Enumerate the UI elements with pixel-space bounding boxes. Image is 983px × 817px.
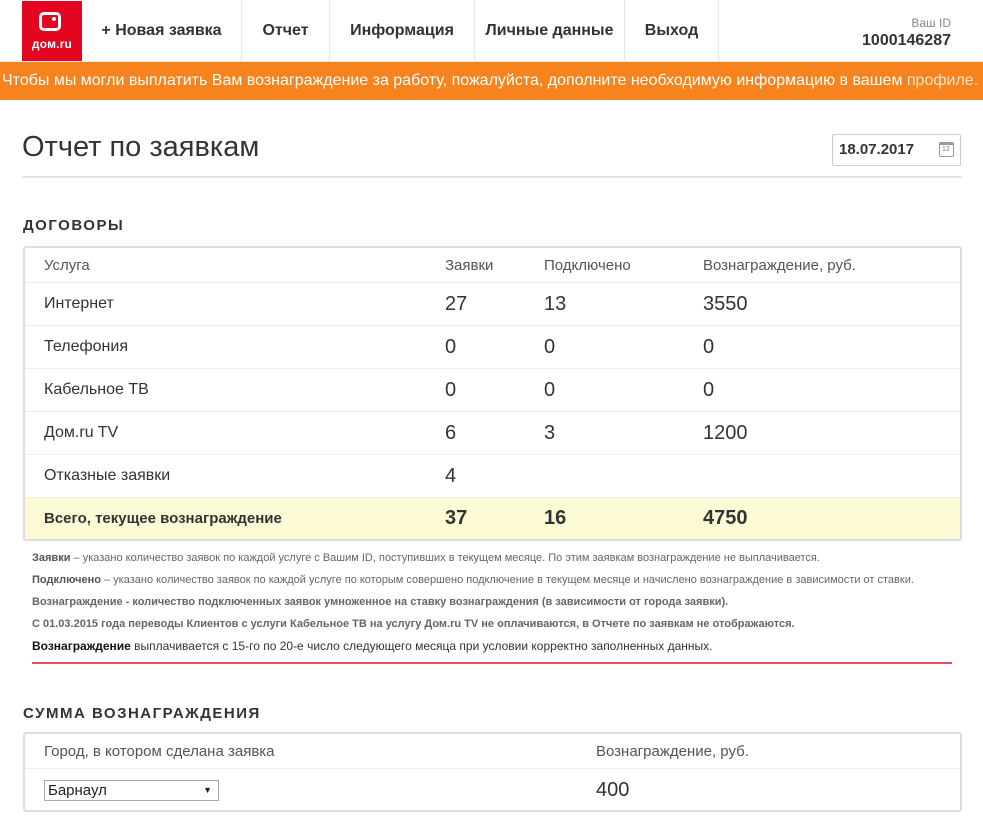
table-row: Телефония 0 0 0 — [25, 325, 960, 368]
dom-ru-logo[interactable]: дом.ru — [22, 1, 82, 61]
user-id-value: 1000146287 — [862, 32, 951, 49]
note-reward-formula: Вознаграждение - количество подключенных… — [32, 596, 729, 608]
contracts-heading: ДОГОВОРЫ — [23, 217, 125, 234]
table-row: Дом.ru TV 6 3 1200 — [25, 411, 960, 454]
date-picker[interactable]: 18.07.2017 — [832, 134, 961, 166]
col-city: Город, в котором сделана заявка — [44, 743, 275, 760]
note-requests: Заявки – указано количество заявок по ка… — [32, 552, 820, 564]
page-title: Отчет по заявкам — [22, 131, 260, 163]
nav-information[interactable]: Информация — [330, 0, 475, 62]
user-id-block: Ваш ID 1000146287 — [862, 16, 951, 50]
requests-count: 0 — [445, 378, 457, 401]
banner-text: Чтобы мы могли выплатить Вам вознагражде… — [2, 72, 907, 89]
logo-text: дом.ru — [31, 37, 73, 51]
logo-house-icon — [39, 12, 61, 31]
total-connected: 16 — [544, 507, 567, 529]
col-reward: Вознаграждение, руб. — [703, 256, 856, 274]
notes-divider — [32, 662, 952, 664]
city-selected-value: Барнаул — [48, 782, 107, 799]
nav-new-request[interactable]: + Новая заявка — [82, 0, 242, 62]
total-reward: 4750 — [703, 507, 748, 529]
connected-count: 0 — [544, 335, 556, 358]
connected-count: 13 — [544, 292, 567, 315]
table-row: Интернет 27 13 3550 — [25, 282, 960, 325]
table-row: Отказные заявки 4 — [25, 454, 960, 497]
title-divider — [22, 176, 962, 178]
dropdown-arrow-icon: ▼ — [203, 785, 212, 795]
reward-amount: 3550 — [703, 292, 748, 315]
profile-link[interactable]: профиле. — [907, 72, 978, 89]
requests-count: 6 — [445, 421, 457, 444]
service-name: Интернет — [44, 295, 114, 312]
date-value: 18.07.2017 — [839, 141, 915, 158]
requests-count: 0 — [445, 335, 457, 358]
table-row: Кабельное ТВ 0 0 0 — [25, 368, 960, 411]
nav-report[interactable]: Отчет — [242, 0, 330, 62]
reward-sum-table: Город, в котором сделана заявка Вознагра… — [23, 732, 962, 812]
city-select[interactable]: Барнаул ▼ — [44, 780, 219, 801]
reward-sum-heading: СУММА ВОЗНАГРАЖДЕНИЯ — [23, 705, 261, 722]
nav-exit[interactable]: Выход — [625, 0, 719, 62]
total-label: Всего, текущее вознаграждение — [44, 510, 282, 527]
note-connected: Подключено – указано количество заявок п… — [32, 574, 914, 586]
col-reward-rub: Вознаграждение, руб. — [596, 743, 749, 760]
total-requests: 37 — [445, 507, 468, 529]
contracts-table: Услуга Заявки Подключено Вознаграждение,… — [23, 246, 962, 541]
col-requests: Заявки — [445, 256, 494, 274]
calendar-icon[interactable] — [939, 142, 954, 157]
reward-amount: 0 — [703, 335, 715, 358]
reward-table-header: Город, в котором сделана заявка Вознагра… — [25, 734, 960, 769]
connected-count: 0 — [544, 378, 556, 401]
profile-warning-banner: Чтобы мы могли выплатить Вам вознагражде… — [0, 62, 983, 100]
col-service: Услуга — [44, 256, 90, 274]
service-name: Телефония — [44, 338, 128, 355]
connected-count: 3 — [544, 421, 556, 444]
note-cable-transfer: С 01.03.2015 года переводы Клиентов с ус… — [32, 618, 795, 630]
top-header: дом.ru + Новая заявка Отчет Информация Л… — [0, 0, 983, 62]
service-name: Отказные заявки — [44, 467, 171, 484]
col-connected: Подключено — [544, 256, 631, 274]
table-header-row: Услуга Заявки Подключено Вознаграждение,… — [25, 248, 960, 282]
reward-amount: 1200 — [703, 421, 748, 444]
user-id-label: Ваш ID — [911, 16, 951, 30]
city-reward-value: 400 — [596, 779, 630, 801]
service-name: Кабельное ТВ — [44, 381, 149, 398]
note-payment-schedule: Вознаграждение выплачивается с 15-го по … — [32, 639, 713, 653]
service-name: Дом.ru TV — [44, 424, 119, 441]
nav-personal-data[interactable]: Личные данные — [475, 0, 625, 62]
requests-count: 4 — [445, 464, 457, 487]
table-total-row: Всего, текущее вознаграждение 37 16 4750 — [25, 497, 960, 539]
main-nav: + Новая заявка Отчет Информация Личные д… — [82, 0, 719, 62]
requests-count: 27 — [445, 292, 468, 315]
reward-amount: 0 — [703, 378, 715, 401]
report-notes: Заявки – указано количество заявок по ка… — [32, 550, 962, 660]
